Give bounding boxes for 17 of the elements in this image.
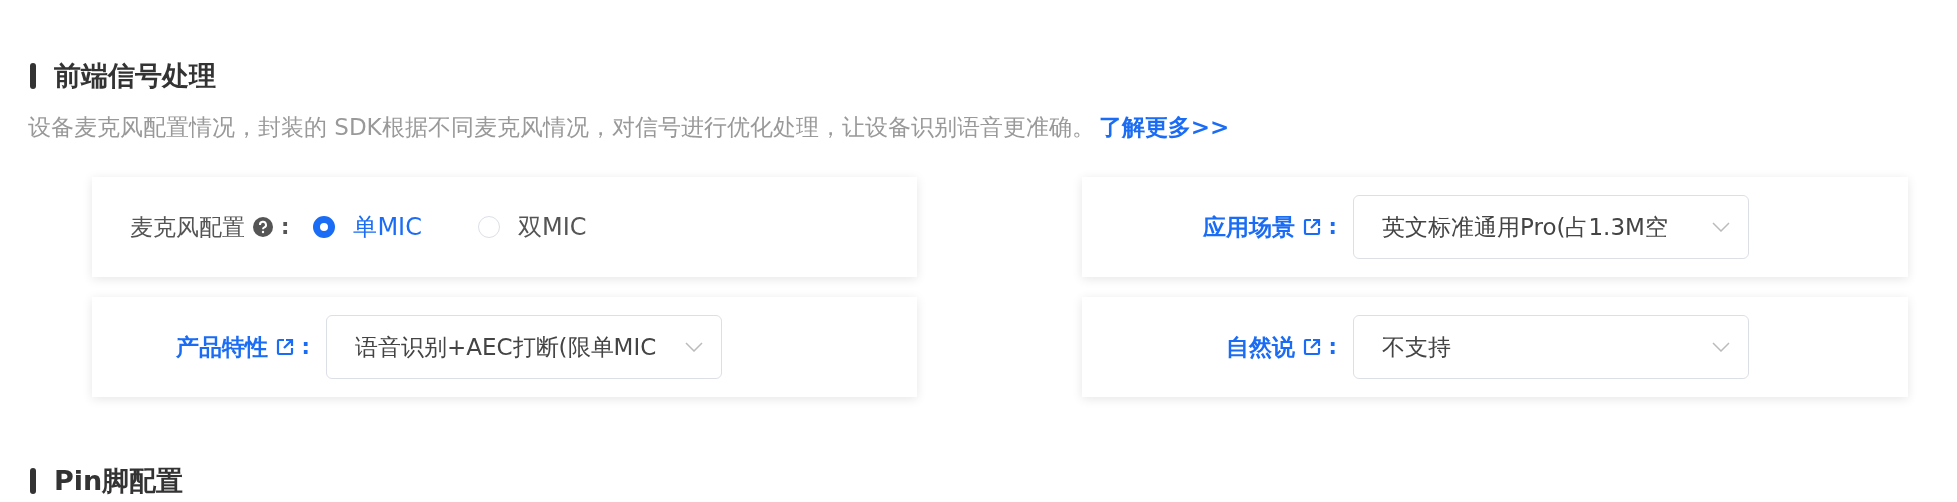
field-label: 应用场景 bbox=[1202, 212, 1295, 242]
colon: : bbox=[301, 335, 310, 359]
select-field[interactable]: 语音识别+AEC打断(限单MIC bbox=[326, 315, 722, 379]
select-field[interactable]: 英文标准通用Pro(占1.3M空 bbox=[1353, 195, 1749, 259]
field-label: 自然说 bbox=[1225, 332, 1295, 362]
section-title: Pin脚配置 bbox=[54, 464, 184, 498]
field-label: 产品特性 bbox=[175, 332, 268, 362]
colon: : bbox=[1328, 335, 1337, 359]
colon: : bbox=[1328, 215, 1337, 239]
radio-option[interactable]: 双MIC bbox=[477, 211, 587, 243]
learn-more-link[interactable]: 了解更多>> bbox=[1098, 112, 1230, 143]
section-title: 前端信号处理 bbox=[54, 59, 216, 93]
section-description: 设备麦克风配置情况，封装的 SDK根据不同麦克风情况，对信号进行优化处理，让设备识别语音更准确。 bbox=[28, 113, 1095, 142]
field-label: 麦克风配置 bbox=[130, 212, 245, 242]
select-field[interactable]: 不支持 bbox=[1353, 315, 1749, 379]
colon: : bbox=[281, 215, 290, 239]
radio-option[interactable]: 单MIC bbox=[313, 211, 422, 243]
